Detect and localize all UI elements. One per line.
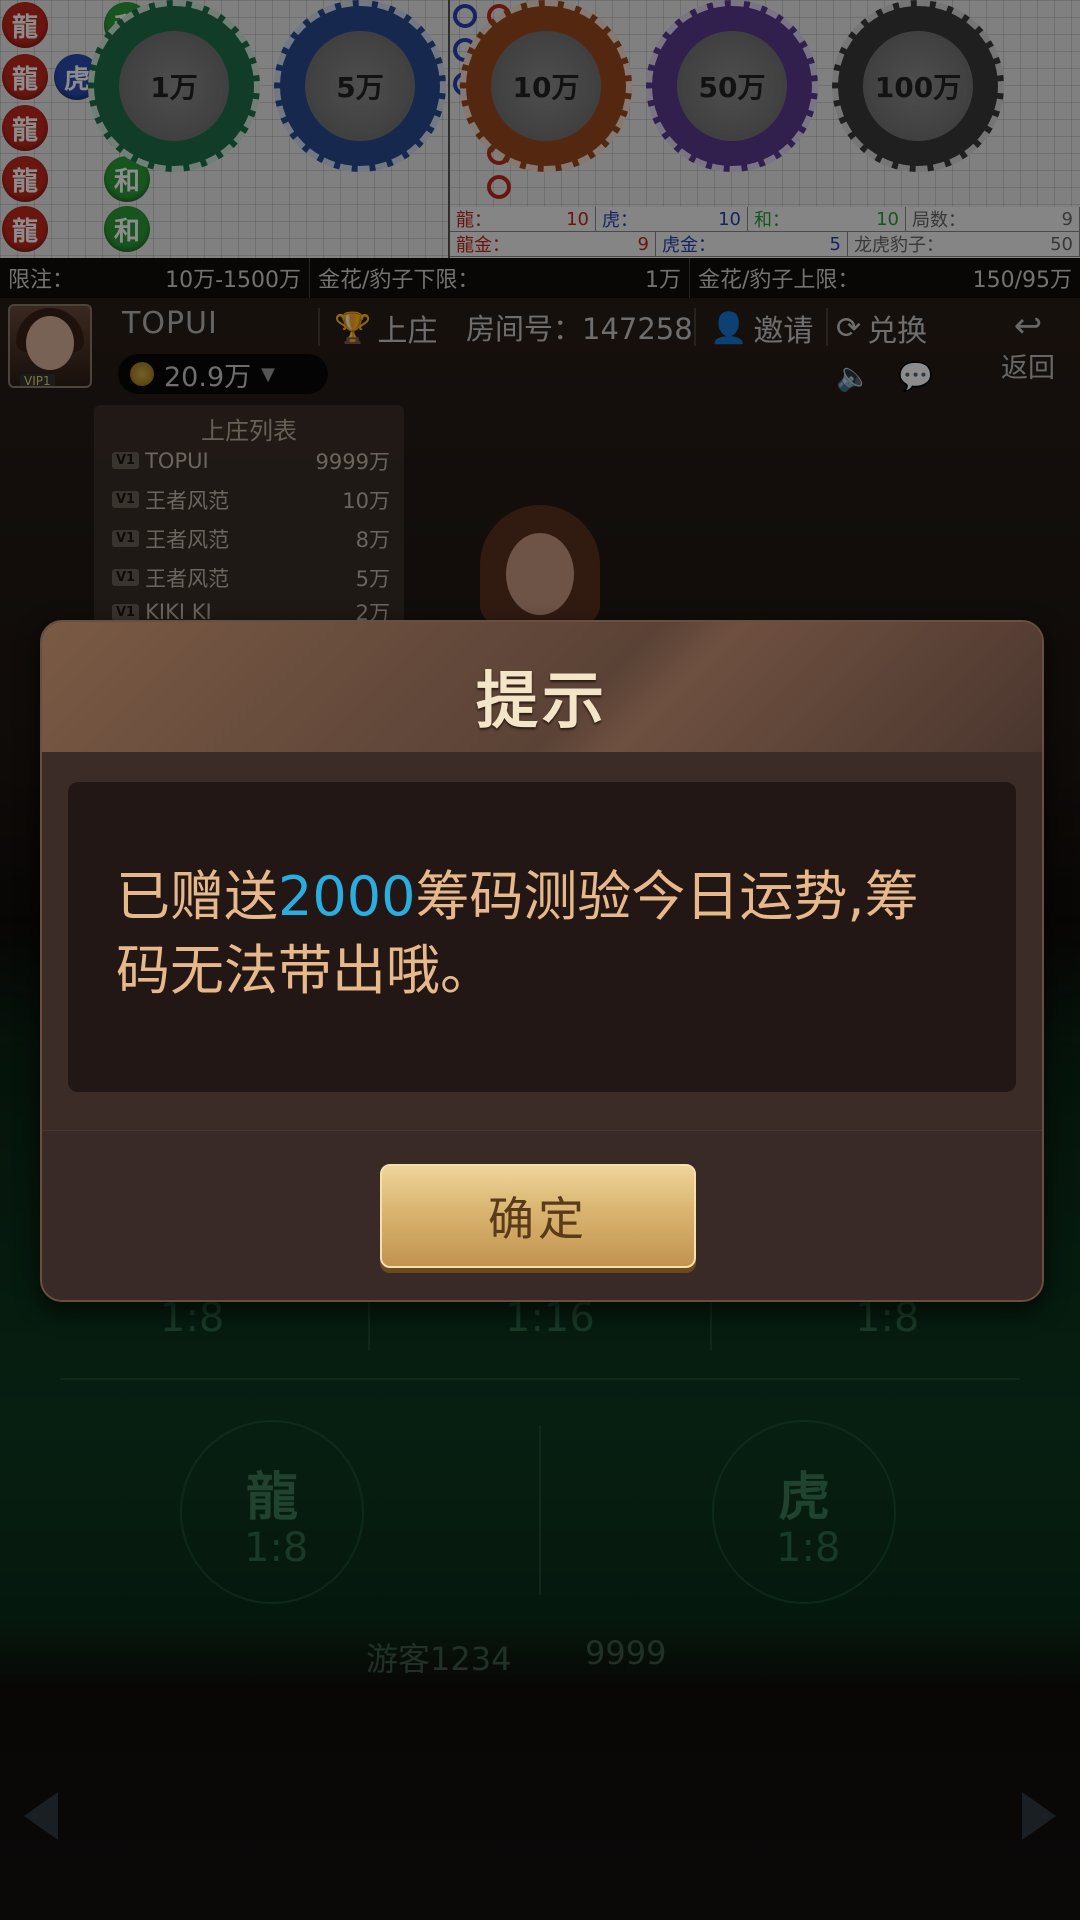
message-prefix: 已赠送 [116,865,278,928]
dialog-body: 已赠送2000筹码测验今日运势,筹码无法带出哦。 [68,782,1016,1092]
message-highlight-amount: 2000 [278,865,416,928]
confirm-button[interactable]: 确定 [380,1164,696,1268]
confirm-button-label: 确定 [488,1192,588,1246]
notice-dialog: 提示 已赠送2000筹码测验今日运势,筹码无法带出哦。 确定 [40,620,1044,1302]
dialog-title: 提示 [475,664,608,737]
dialog-message: 已赠送2000筹码测验今日运势,筹码无法带出哦。 [116,860,966,1008]
dialog-header: 提示 [42,622,1042,752]
